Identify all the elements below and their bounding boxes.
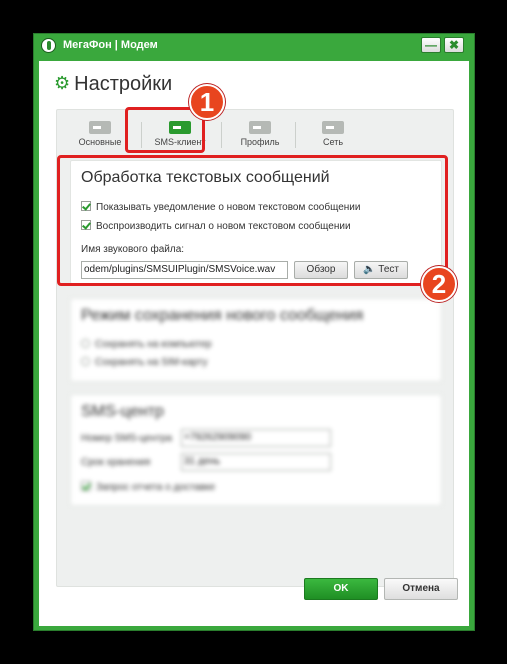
- tab-divider: [221, 122, 222, 148]
- section-title: SMS-центр: [81, 403, 164, 420]
- delivery-report-option[interactable]: Запрос отчета о доставке: [81, 481, 215, 493]
- sms-center-section: SMS-центр Номер SMS-центра +79262909090 …: [70, 394, 442, 506]
- tab-network[interactable]: Сеть: [298, 114, 368, 154]
- page-title-text: Настройки: [74, 73, 173, 95]
- general-icon: [89, 121, 111, 134]
- tab-label: Основные: [78, 137, 122, 147]
- minimize-button[interactable]: —: [421, 37, 441, 53]
- ok-button[interactable]: OK: [304, 578, 378, 600]
- section-title: Режим сохранения нового сообщения: [81, 307, 364, 324]
- app-window: МегаФон | Модем — ✖ ⚙ Настройки Основные …: [33, 33, 475, 631]
- save-to-sim-option[interactable]: Сохранять на SIM-карту: [81, 357, 207, 368]
- title-bar: МегаФон | Модем — ✖: [34, 34, 474, 58]
- validity-select[interactable]: 31 день: [181, 453, 331, 471]
- gear-icon: ⚙: [54, 73, 71, 93]
- cancel-button[interactable]: Отмена: [384, 578, 458, 600]
- tab-divider: [295, 122, 296, 148]
- save-mode-section: Режим сохранения нового сообщения Сохран…: [70, 298, 442, 382]
- save-to-computer-option[interactable]: Сохранять на компьютер: [81, 339, 212, 350]
- radio-label: Сохранять на SIM-карту: [95, 357, 208, 368]
- tab-label: Профиль: [240, 137, 280, 147]
- tab-label: Сеть: [322, 137, 344, 147]
- sms-center-number-label: Номер SMS-центра: [81, 433, 172, 444]
- delivery-report-checkbox[interactable]: [81, 481, 91, 491]
- settings-dialog: ⚙ Настройки Основные SMS-клиент Профиль С…: [39, 61, 469, 626]
- close-button[interactable]: ✖: [444, 37, 464, 53]
- checkbox-label: Запрос отчета о доставке: [96, 482, 216, 493]
- radio-button[interactable]: [81, 339, 90, 348]
- tab-profile[interactable]: Профиль: [225, 114, 295, 154]
- radio-label: Сохранять на компьютер: [95, 339, 212, 350]
- page-title: ⚙ Настройки: [54, 73, 172, 96]
- annotation-badge-1: 1: [189, 84, 225, 120]
- sms-center-number-input[interactable]: +79262909090: [181, 429, 331, 447]
- megafon-logo-icon: [41, 38, 56, 53]
- profile-icon: [249, 121, 271, 134]
- annotation-badge-2: 2: [421, 266, 457, 302]
- radio-button[interactable]: [81, 357, 90, 366]
- highlight-sms-section: [57, 155, 448, 286]
- network-icon: [322, 121, 344, 134]
- validity-label: Срок хранения: [81, 457, 151, 468]
- window-title: МегаФон | Модем: [63, 39, 158, 51]
